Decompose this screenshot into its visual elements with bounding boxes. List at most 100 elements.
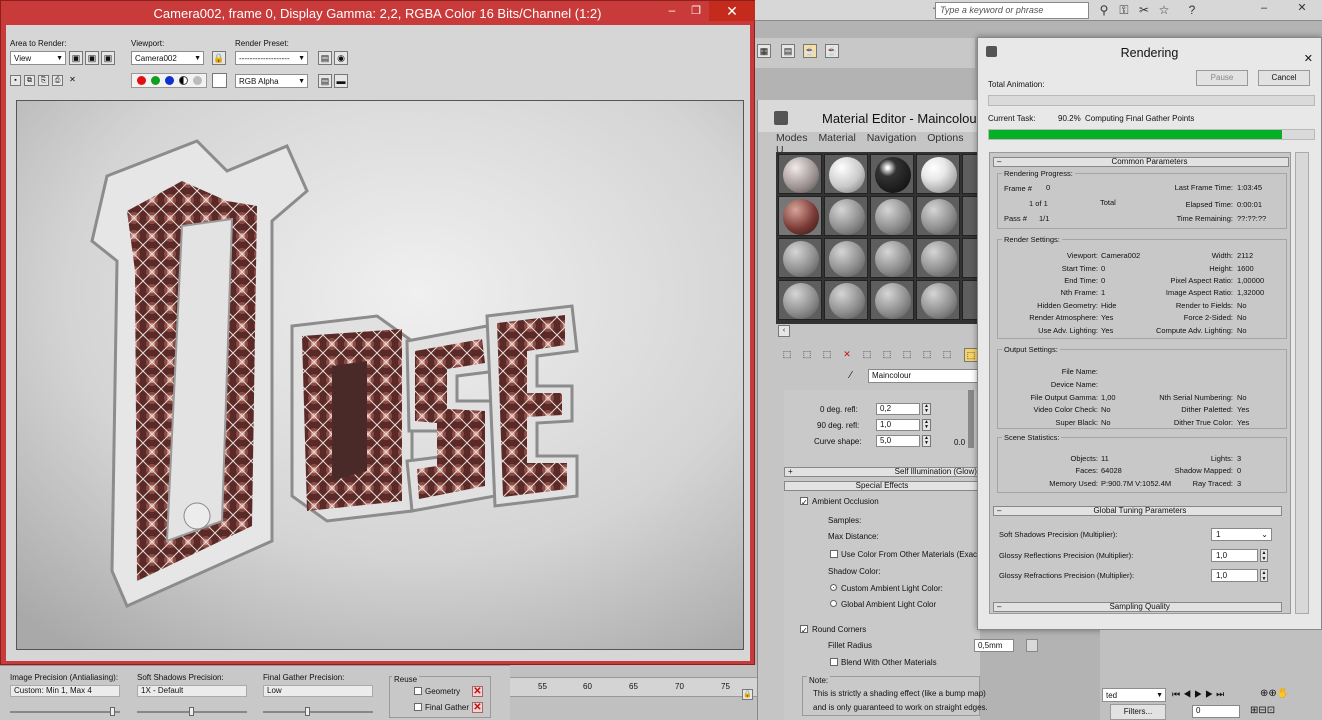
clear-icon[interactable]: ✕ bbox=[67, 75, 78, 86]
preset-select[interactable]: ------------------- ▼ bbox=[235, 51, 308, 65]
assign-material-icon[interactable]: ⬚ bbox=[800, 348, 814, 362]
maximize-button[interactable]: ❐ bbox=[684, 1, 708, 21]
make-unique-icon[interactable]: ⬚ bbox=[860, 348, 874, 362]
material-slot[interactable] bbox=[824, 238, 868, 278]
minimize-button[interactable]: – bbox=[660, 1, 684, 21]
star-icon[interactable]: ☆ bbox=[1157, 3, 1171, 17]
channel-display-select[interactable]: RGB Alpha ▼ bbox=[235, 74, 308, 88]
slider-thumb[interactable] bbox=[305, 707, 310, 716]
spinner-icon[interactable]: ▲ ▼ bbox=[922, 419, 931, 431]
rendered-frame-icon[interactable]: ▤ bbox=[781, 44, 795, 58]
menu-options[interactable]: Options bbox=[927, 132, 963, 144]
search-input[interactable]: Type a keyword or phrase bbox=[935, 2, 1089, 19]
go-to-parent-icon[interactable]: ⬚ bbox=[940, 348, 954, 362]
image-precision-slider[interactable] bbox=[10, 707, 120, 716]
alpha-channel-icon[interactable] bbox=[179, 76, 188, 85]
render-region-icon[interactable]: ▣ bbox=[101, 51, 115, 65]
reset-icon[interactable]: ✕ bbox=[840, 348, 854, 362]
eyedropper-icon[interactable]: ⁄ bbox=[850, 370, 862, 382]
material-slot[interactable] bbox=[916, 238, 960, 278]
print-icon[interactable]: ⎙ bbox=[52, 75, 63, 86]
area-select[interactable]: View ▼ bbox=[10, 51, 66, 65]
material-slot[interactable] bbox=[778, 238, 822, 278]
refl-0-field[interactable]: 0,2 bbox=[876, 403, 920, 415]
ambient-occlusion-checkbox[interactable]: ✓ bbox=[800, 497, 808, 507]
put-to-library-icon[interactable]: ⬚ bbox=[820, 348, 834, 362]
render-setup-icon[interactable]: ▤ bbox=[318, 51, 332, 65]
slider-thumb[interactable] bbox=[189, 707, 194, 716]
edit-region-icon[interactable]: ▣ bbox=[69, 51, 83, 65]
sampling-quality-rollout[interactable]: – Sampling Quality bbox=[993, 602, 1282, 612]
show-map-icon[interactable]: ⬚ bbox=[920, 348, 934, 362]
final-gather-checkbox[interactable] bbox=[414, 703, 422, 711]
special-effects-rollout[interactable]: Special Effects bbox=[784, 481, 980, 491]
material-slot[interactable] bbox=[778, 280, 822, 320]
material-slot[interactable] bbox=[916, 280, 960, 320]
render-iterative-icon[interactable]: ☕ bbox=[825, 44, 839, 58]
pause-button[interactable]: Pause bbox=[1196, 70, 1248, 86]
material-slot[interactable] bbox=[870, 154, 914, 194]
material-slot[interactable] bbox=[870, 196, 914, 236]
global-ambient-radio[interactable] bbox=[830, 600, 837, 607]
menu-material[interactable]: Material bbox=[818, 132, 855, 144]
fillet-radius-value[interactable]: 0,5mm bbox=[974, 639, 1014, 652]
filters-button[interactable]: Filters... bbox=[1110, 704, 1166, 720]
material-slot[interactable] bbox=[916, 196, 960, 236]
copy-icon[interactable]: ⎘ bbox=[38, 75, 49, 86]
menu-modes[interactable]: Modes bbox=[776, 132, 808, 144]
binoculars-icon[interactable]: ⚲ bbox=[1097, 3, 1111, 17]
material-slot[interactable] bbox=[824, 196, 868, 236]
viewport-select[interactable]: Camera002 ▼ bbox=[131, 51, 204, 65]
geometry-checkbox[interactable] bbox=[414, 687, 422, 695]
clear-final-gather-icon[interactable]: ✕ bbox=[472, 702, 483, 713]
custom-ambient-radio[interactable] bbox=[830, 584, 837, 591]
global-tuning-rollout[interactable]: – Global Tuning Parameters bbox=[993, 506, 1282, 516]
render-production-icon[interactable]: ☕ bbox=[803, 44, 817, 58]
spinner-icon[interactable]: ▲ ▼ bbox=[1260, 569, 1268, 582]
image-precision-field[interactable]: Custom: Min 1, Max 4 bbox=[10, 685, 120, 697]
monochrome-icon[interactable] bbox=[193, 76, 202, 85]
scrollbar[interactable] bbox=[968, 390, 974, 448]
lock-icon[interactable]: 🔒 bbox=[212, 51, 226, 65]
selection-filter-select[interactable]: ted ▼ bbox=[1102, 688, 1166, 702]
material-slot[interactable] bbox=[778, 196, 822, 236]
material-slot[interactable] bbox=[870, 238, 914, 278]
go-forward-icon[interactable]: ⬚ bbox=[964, 348, 978, 362]
soft-shadows-slider[interactable] bbox=[137, 707, 247, 716]
timeline-track[interactable]: 55 60 65 70 75 bbox=[510, 677, 770, 697]
curve-shape-field[interactable]: 5,0 bbox=[876, 435, 920, 447]
spinner-icon[interactable]: ▲ ▼ bbox=[1260, 549, 1268, 562]
blend-checkbox[interactable] bbox=[830, 658, 838, 666]
round-corners-checkbox[interactable]: ✓ bbox=[800, 625, 808, 635]
use-color-checkbox[interactable] bbox=[830, 550, 838, 558]
view-navigation-icons[interactable]: ⊞⊟⊡ bbox=[1250, 705, 1320, 718]
glossy-refr-field[interactable]: 1,0 bbox=[1211, 569, 1258, 582]
material-slot[interactable] bbox=[824, 280, 868, 320]
app-minimize-button[interactable]: – bbox=[1245, 0, 1283, 16]
clear-geometry-icon[interactable]: ✕ bbox=[472, 686, 483, 697]
material-slot[interactable] bbox=[916, 154, 960, 194]
clone-icon[interactable]: ⧉ bbox=[24, 75, 35, 86]
toggle-ui-overlay-icon[interactable]: ▤ bbox=[318, 74, 332, 88]
rendering-scrollbar[interactable] bbox=[1295, 152, 1309, 614]
material-slot[interactable] bbox=[870, 280, 914, 320]
environment-icon[interactable]: ◉ bbox=[334, 51, 348, 65]
material-slot[interactable] bbox=[824, 154, 868, 194]
glossy-refl-field[interactable]: 1,0 bbox=[1211, 549, 1258, 562]
tools-icon[interactable]: ✂ bbox=[1137, 3, 1151, 17]
menu-navigation[interactable]: Navigation bbox=[867, 132, 917, 144]
cancel-button[interactable]: Cancel bbox=[1258, 70, 1310, 86]
swatch-icon[interactable] bbox=[212, 73, 227, 88]
time-slider[interactable]: 55 60 65 70 75 🔒 bbox=[510, 665, 770, 720]
self-illumination-rollout[interactable]: + Self Illumination (Glow) bbox=[784, 467, 980, 477]
render-setup-icon[interactable]: ▦ bbox=[757, 44, 771, 58]
slider-thumb[interactable] bbox=[110, 707, 115, 716]
close-button[interactable]: ✕ bbox=[709, 1, 755, 21]
refl-90-field[interactable]: 1,0 bbox=[876, 419, 920, 431]
playback-buttons[interactable]: ⏮◀▶▶⏭ bbox=[1172, 689, 1252, 701]
soft-shadows-field[interactable]: 1X - Default bbox=[137, 685, 247, 697]
auto-region-icon[interactable]: ▣ bbox=[85, 51, 99, 65]
final-gather-slider[interactable] bbox=[263, 707, 373, 716]
spinner-icon[interactable]: ▲ ▼ bbox=[922, 435, 931, 447]
navigation-icons[interactable]: ⊕⊕✋ bbox=[1260, 688, 1320, 702]
